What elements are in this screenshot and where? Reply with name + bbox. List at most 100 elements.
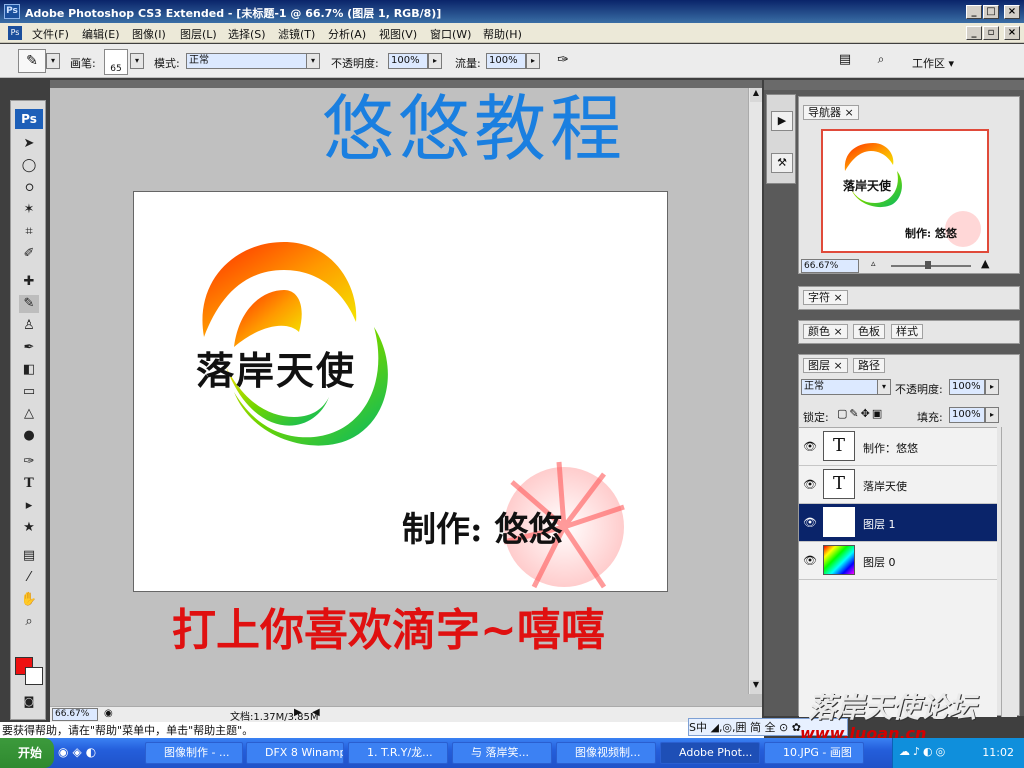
navigator-zoom-input[interactable]: 66.67%: [801, 259, 859, 273]
menu-file[interactable]: 文件(F): [32, 26, 69, 42]
crop-tool-icon[interactable]: ⌗: [19, 223, 39, 241]
menu-window[interactable]: 窗口(W): [430, 26, 471, 42]
blend-mode-dropdown[interactable]: ▾: [877, 379, 891, 395]
lock-icons[interactable]: ▢✎✥▣: [837, 407, 884, 420]
menu-help[interactable]: 帮助(H): [483, 26, 522, 42]
menu-filter[interactable]: 滤镜(T): [278, 26, 315, 42]
blur-tool-icon[interactable]: △: [19, 405, 39, 423]
tab-color[interactable]: 颜色 ×: [803, 324, 848, 339]
pen-tool-icon[interactable]: ✑: [19, 453, 39, 471]
image-canvas[interactable]: 落岸天使 制作: 悠悠: [133, 191, 668, 592]
brush-picker-dropdown[interactable]: ▾: [130, 53, 144, 69]
lasso-tool-icon[interactable]: ഠ: [19, 179, 39, 197]
fill-slider-button[interactable]: ▸: [985, 407, 999, 423]
layers-scrollbar[interactable]: [1001, 427, 1017, 717]
tool-preset-dropdown[interactable]: ▾: [46, 53, 60, 69]
task-chat[interactable]: 与 落岸笑...: [452, 742, 552, 764]
task-video-folder[interactable]: 图像视频制...: [556, 742, 656, 764]
doc-minimize-button[interactable]: _: [966, 26, 982, 40]
doc-close-button[interactable]: ×: [1004, 26, 1020, 40]
scroll-left-arrow[interactable]: ◀: [312, 707, 320, 718]
scroll-up-arrow[interactable]: ▲: [750, 88, 762, 102]
tray-icons[interactable]: ☁♪◐◎: [899, 745, 948, 758]
quick-launch-icons[interactable]: ◉◈◐: [58, 745, 100, 759]
document-icon[interactable]: Ps: [8, 26, 22, 40]
mode-select[interactable]: 正常: [186, 53, 308, 69]
hand-tool-icon[interactable]: ✋: [19, 591, 39, 609]
history-brush-tool-icon[interactable]: ✒: [19, 339, 39, 357]
tool-presets-icon[interactable]: ⚒: [771, 153, 793, 173]
menu-image[interactable]: 图像(I): [132, 26, 166, 42]
eraser-tool-icon[interactable]: ◧: [19, 361, 39, 379]
actions-play-icon[interactable]: ▶: [771, 111, 793, 131]
zoom-slider-handle[interactable]: [925, 261, 931, 269]
mode-dropdown[interactable]: ▾: [306, 53, 320, 69]
opacity-slider-button[interactable]: ▸: [428, 53, 442, 69]
panel-dock-bar[interactable]: [764, 80, 1024, 90]
airbrush-icon[interactable]: ✑: [552, 52, 574, 72]
task-music[interactable]: 1. T.R.Y/龙...: [348, 742, 448, 764]
tab-swatches[interactable]: 色板: [853, 324, 885, 339]
menu-view[interactable]: 视图(V): [379, 26, 417, 42]
fill-input[interactable]: 100%: [949, 407, 985, 423]
visibility-eye-icon[interactable]: 👁: [803, 516, 817, 529]
status-zoom-input[interactable]: 66.67%: [52, 708, 98, 721]
tab-character[interactable]: 字符 ×: [803, 290, 848, 305]
layer-row[interactable]: 👁 图层 0: [799, 542, 997, 580]
layer-row[interactable]: 👁 T 制作：悠悠: [799, 428, 997, 466]
tab-layers[interactable]: 图层 ×: [803, 358, 848, 373]
quick-mask-icon[interactable]: ◙: [19, 693, 39, 711]
magic-wand-tool-icon[interactable]: ✶: [19, 201, 39, 219]
layer-row[interactable]: 👁 T 落岸天使: [799, 466, 997, 504]
start-button[interactable]: 开始: [0, 738, 54, 768]
move-tool-icon[interactable]: ➤: [19, 135, 39, 153]
flow-slider-button[interactable]: ▸: [526, 53, 540, 69]
minimize-button[interactable]: _: [966, 5, 982, 19]
marquee-tool-icon[interactable]: ◯: [19, 157, 39, 175]
visibility-eye-icon[interactable]: 👁: [803, 440, 817, 453]
tab-paths[interactable]: 路径: [853, 358, 885, 373]
brush-tool-preset-icon[interactable]: ✎: [18, 49, 46, 73]
menu-layer[interactable]: 图层(L): [180, 26, 217, 42]
task-image-edit[interactable]: 图像制作 - ...: [145, 742, 243, 764]
opacity-input[interactable]: 100%: [388, 53, 428, 69]
task-photoshop[interactable]: Adobe Phot...: [660, 742, 760, 764]
maximize-button[interactable]: □: [983, 5, 999, 19]
zoom-out-icon[interactable]: ▵: [871, 259, 876, 269]
type-tool-icon[interactable]: T: [19, 475, 39, 493]
status-menu-arrow[interactable]: ▶: [294, 707, 302, 718]
path-selection-tool-icon[interactable]: ▸: [19, 497, 39, 515]
notes-tool-icon[interactable]: ▤: [19, 547, 39, 565]
layer-row-selected[interactable]: 👁 图层 1: [799, 504, 997, 542]
brush-tool-icon[interactable]: ✎: [19, 295, 39, 313]
layer-opacity-slider-button[interactable]: ▸: [985, 379, 999, 395]
zoom-slider[interactable]: [891, 261, 971, 269]
zoom-in-icon[interactable]: ▲: [981, 257, 989, 270]
flow-input[interactable]: 100%: [486, 53, 526, 69]
slice-tool-icon[interactable]: ✐: [19, 245, 39, 263]
scroll-down-arrow[interactable]: ▼: [750, 680, 762, 694]
status-zoom-icon[interactable]: ◉: [104, 708, 113, 719]
layer-blend-mode-select[interactable]: 正常: [801, 379, 879, 395]
task-winamp[interactable]: DFX 8 Winamp: [246, 742, 344, 764]
layer-opacity-input[interactable]: 100%: [949, 379, 985, 395]
document-info[interactable]: 文档:1.37M/3.85M: [230, 708, 319, 723]
tab-navigator[interactable]: 导航器 ×: [803, 105, 859, 120]
background-color-swatch[interactable]: [25, 667, 43, 685]
gradient-tool-icon[interactable]: ▭: [19, 383, 39, 401]
dodge-tool-icon[interactable]: ●: [19, 427, 39, 445]
menu-select[interactable]: 选择(S): [228, 26, 266, 42]
brush-picker[interactable]: 65: [104, 49, 128, 75]
menu-edit[interactable]: 编辑(E): [82, 26, 120, 42]
tab-styles[interactable]: 样式: [891, 324, 923, 339]
visibility-eye-icon[interactable]: 👁: [803, 554, 817, 567]
navigator-preview[interactable]: 落岸天使 制作: 悠悠: [821, 129, 989, 253]
ps-logo[interactable]: Ps: [15, 109, 43, 129]
palette-well-icon[interactable]: ▤: [836, 52, 854, 70]
vertical-scrollbar[interactable]: ▲ ▼: [748, 88, 762, 694]
clock[interactable]: 11:02: [982, 746, 1014, 759]
bridge-icon[interactable]: ⌕: [868, 52, 894, 70]
close-button[interactable]: ×: [1004, 5, 1020, 19]
eyedropper-tool-icon[interactable]: ⁄: [19, 569, 39, 587]
doc-restore-button[interactable]: ▫: [983, 26, 999, 40]
